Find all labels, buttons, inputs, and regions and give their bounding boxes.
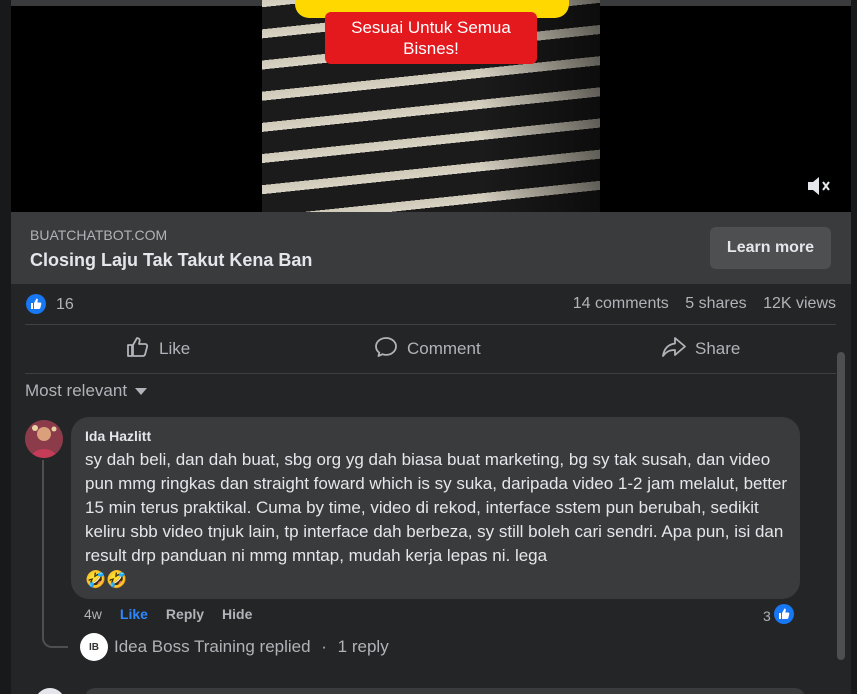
like-label: Like: [159, 339, 191, 358]
views-count: 12K views: [763, 295, 836, 312]
comment-meta: 4w Like Reply Hide: [84, 606, 252, 622]
caret-down-icon: [135, 381, 148, 401]
sort-label: Most relevant: [25, 381, 128, 400]
speaker-muted-icon[interactable]: [805, 173, 833, 199]
share-arrow-icon: [661, 335, 687, 364]
divider: [25, 373, 836, 374]
comment-reaction-count: 3: [763, 607, 771, 624]
post-stats: 16 14 comments 5 shares 12K views: [11, 284, 851, 324]
comments-scrollbar[interactable]: [837, 352, 845, 660]
comment-emoji: 🤣🤣: [85, 570, 128, 589]
reply-author: Idea Boss Training replied: [114, 637, 311, 656]
like-reaction-icon: [773, 604, 794, 627]
comment-bubble-icon: [373, 335, 399, 364]
thumbs-up-icon: [125, 335, 151, 364]
video-banner: Sesuai Untuk Semua Bisnes!: [325, 12, 537, 64]
comment-author[interactable]: Ida Hazlitt: [85, 428, 151, 444]
avatar[interactable]: [25, 420, 63, 458]
avatar[interactable]: IB: [80, 633, 108, 661]
comment-time[interactable]: 4w: [84, 606, 102, 622]
link-domain: BUATCHATBOT.COM: [30, 227, 168, 243]
comment-hide-button[interactable]: Hide: [222, 606, 252, 622]
replies-link[interactable]: IB Idea Boss Training replied · 1 reply: [80, 633, 389, 661]
avatar[interactable]: [35, 688, 65, 694]
post-container: Sesuai Untuk Semua Bisnes! BUATCHATBOT.C…: [11, 0, 851, 694]
reaction-count[interactable]: 16: [56, 296, 74, 314]
comment-bubble: [85, 688, 805, 694]
reply-count: 1 reply: [337, 637, 389, 656]
link-headline[interactable]: Closing Laju Tak Takut Kena Ban: [30, 250, 312, 271]
shares-count[interactable]: 5 shares: [685, 295, 746, 312]
comment-bubble: Ida Hazlitt sy dah beli, dan dah buat, s…: [71, 417, 800, 599]
comments-count[interactable]: 14 comments: [573, 295, 669, 312]
video-frame[interactable]: Sesuai Untuk Semua Bisnes!: [262, 0, 600, 212]
share-label: Share: [695, 339, 741, 358]
like-reaction-icon[interactable]: [26, 294, 46, 314]
comment-reaction-tally[interactable]: 3: [763, 604, 794, 627]
comment-text: sy dah beli, dan dah buat, sbg org yg da…: [85, 450, 788, 565]
engagement-counts: 14 comments 5 shares 12K views: [561, 295, 836, 313]
link-preview-card[interactable]: BUATCHATBOT.COM Closing Laju Tak Takut K…: [11, 212, 851, 284]
video-player[interactable]: Sesuai Untuk Semua Bisnes!: [11, 0, 851, 212]
comment-button[interactable]: Comment: [373, 325, 481, 373]
comment-like-button[interactable]: Like: [120, 606, 148, 622]
comment-sort-dropdown[interactable]: Most relevant: [25, 381, 148, 401]
reply-separator: ·: [316, 637, 332, 656]
reply-thread-line: [42, 460, 68, 648]
share-button[interactable]: Share: [661, 325, 740, 373]
comment-body: sy dah beli, dan dah buat, sbg org yg da…: [85, 448, 790, 592]
post-action-bar: Like Comment Share: [25, 325, 836, 373]
comment-reply-button[interactable]: Reply: [166, 606, 204, 622]
comment-label: Comment: [407, 339, 481, 358]
like-button[interactable]: Like: [125, 325, 190, 373]
learn-more-button[interactable]: Learn more: [710, 227, 831, 269]
